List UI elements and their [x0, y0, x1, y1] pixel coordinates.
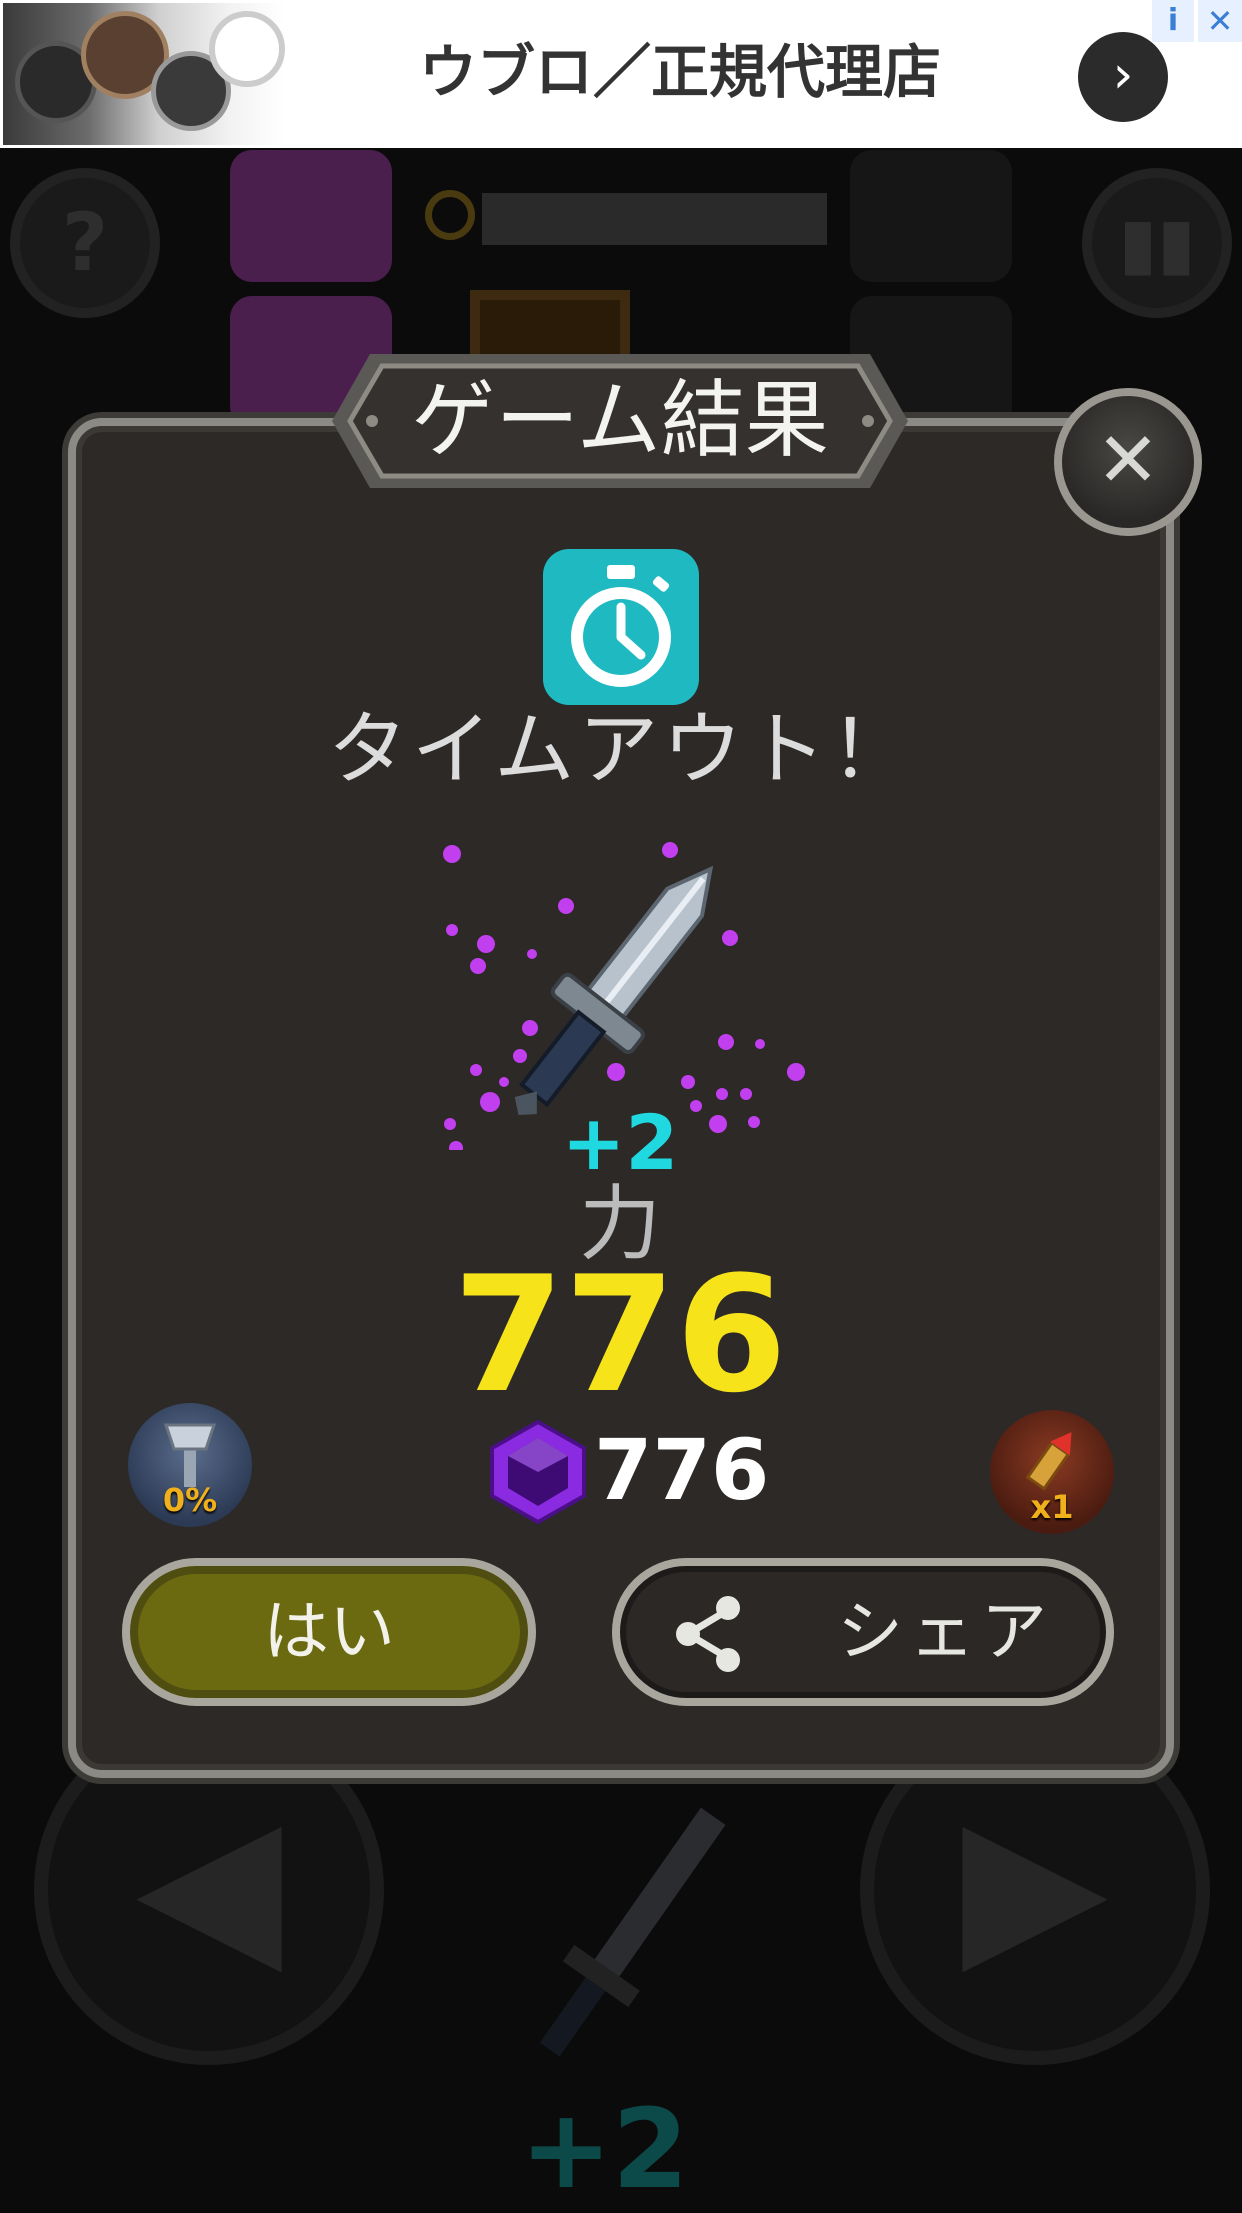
- timeout-message: タイムアウト！: [327, 703, 915, 796]
- dialog-title: ゲーム結果: [411, 371, 829, 469]
- sword-tile: [230, 150, 392, 282]
- help-button: ?: [10, 168, 160, 318]
- pause-button: ▮▮: [1082, 168, 1232, 318]
- gem-count: 776: [594, 1421, 770, 1519]
- purple-gem-icon: [490, 1420, 586, 1524]
- rocket-icon[interactable]: x1: [990, 1410, 1114, 1534]
- chevron-right-icon[interactable]: ›: [1078, 32, 1168, 122]
- share-button-label: シェア: [837, 1593, 1053, 1670]
- x-icon[interactable]: ✕: [1054, 388, 1202, 536]
- background-level-gain: +2: [520, 2085, 689, 2213]
- bomb-tile: [850, 150, 1012, 282]
- ad-banner[interactable]: ウブロ／正規代理店 › i ✕: [0, 0, 1242, 148]
- hammer-bonus-text: 0%: [162, 1481, 218, 1519]
- background-sword-icon: [539, 1807, 726, 2057]
- rocket-bonus-text: x1: [1030, 1488, 1074, 1526]
- hammer-icon[interactable]: 0%: [128, 1403, 252, 1527]
- stat-value: 776: [453, 1241, 787, 1428]
- timer-icon: [425, 190, 475, 240]
- share-icon: [676, 1596, 740, 1672]
- ad-image[interactable]: [3, 3, 285, 145]
- yes-button[interactable]: はい: [122, 1558, 536, 1706]
- info-icon[interactable]: i: [1152, 0, 1194, 42]
- timer-bar: [482, 193, 827, 245]
- share-button[interactable]: シェア: [612, 1558, 1114, 1706]
- ad-title[interactable]: ウブロ／正規代理店: [330, 30, 1030, 114]
- stopwatch-icon: [543, 549, 699, 705]
- close-icon[interactable]: ✕: [1198, 0, 1242, 42]
